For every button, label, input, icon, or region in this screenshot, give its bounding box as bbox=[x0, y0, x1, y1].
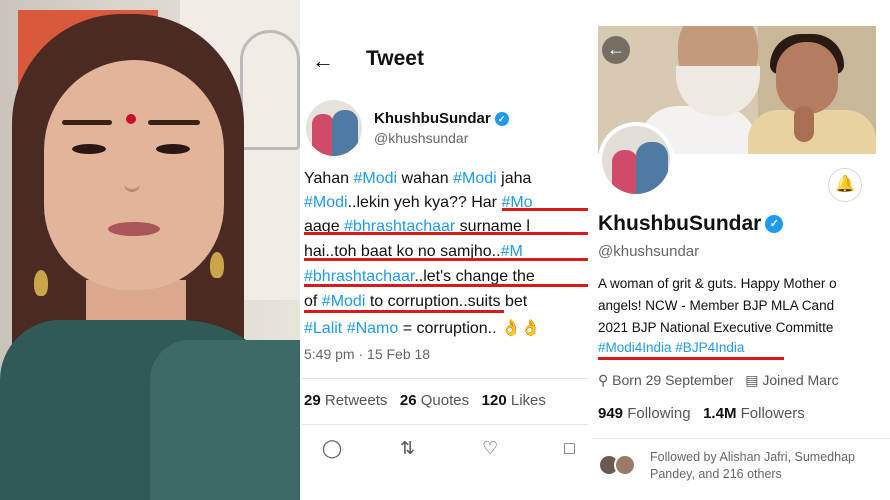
like-label[interactable]: Likes bbox=[511, 392, 546, 409]
followers-count: 1.4M bbox=[703, 405, 737, 422]
like-icon[interactable]: ♡ bbox=[482, 438, 498, 459]
bio-line: A woman of grit & guts. Happy Mother o bbox=[598, 276, 837, 291]
banner-folded-hands bbox=[794, 106, 814, 142]
right-earring bbox=[210, 252, 224, 278]
followed-by-text[interactable]: Followed by Alishan Jafri, Sumedhap Pand… bbox=[650, 449, 855, 483]
hashtag-link[interactable]: #Namo bbox=[347, 320, 399, 337]
like-count: 120 bbox=[481, 392, 507, 409]
profile-name-text: KhushbuSundar bbox=[598, 212, 762, 235]
divider bbox=[592, 438, 890, 439]
hashtag-link[interactable]: #Modi bbox=[304, 194, 348, 211]
avatar bbox=[614, 454, 636, 476]
reply-icon[interactable]: ◯ bbox=[322, 438, 342, 459]
background-logo bbox=[240, 30, 300, 150]
right-eye bbox=[156, 144, 190, 154]
left-earring bbox=[34, 270, 48, 296]
following-link[interactable]: 949 Following bbox=[598, 405, 691, 422]
followed-by-avatars bbox=[598, 454, 638, 476]
lips bbox=[108, 222, 160, 236]
retweet-icon[interactable]: ⇅ bbox=[400, 438, 415, 459]
hashtag-link[interactable]: #Modi bbox=[453, 170, 497, 187]
tweet-text-segment: to corruption..suits bet bbox=[365, 293, 528, 310]
tweet-text-line: #Modi..lekin yeh kya?? Har #Mo bbox=[304, 194, 533, 212]
left-eye bbox=[72, 144, 106, 154]
avatar-figure-left bbox=[612, 150, 638, 194]
bio-line: 2021 BJP National Executive Committe bbox=[598, 320, 834, 335]
profile-name: KhushbuSundar ✓ bbox=[598, 212, 784, 236]
bindi bbox=[126, 114, 136, 124]
tweet-text-segment: jaha bbox=[496, 170, 532, 187]
tweet-header: ← Tweet bbox=[302, 0, 588, 90]
tweet-text-segment: ..let's change the bbox=[414, 268, 535, 285]
divider bbox=[302, 378, 588, 379]
followed-by-line: Pandey, and 216 others bbox=[650, 467, 782, 481]
tweet-screenshot: ← Tweet KhushbuSundar ✓ @khushsundar Yaha… bbox=[302, 0, 588, 500]
followers-label: Followers bbox=[740, 405, 805, 422]
hashtag-link[interactable]: #bhrashtachaar bbox=[304, 268, 414, 285]
tweet-text-line: #Lalit #Namo = corruption.. 👌👌 bbox=[304, 318, 541, 338]
hashtag-link[interactable]: #Modi bbox=[322, 293, 366, 310]
quote-label[interactable]: Quotes bbox=[421, 392, 469, 409]
back-arrow-icon[interactable]: ← bbox=[602, 36, 630, 64]
verified-badge-icon: ✓ bbox=[494, 112, 509, 127]
tweet-timestamp: 5:49 pm · 15 Feb 18 bbox=[304, 346, 431, 362]
nose bbox=[124, 168, 140, 192]
retweet-count: 29 bbox=[304, 392, 321, 409]
bio-line: angels! NCW - Member BJP MLA Cand bbox=[598, 298, 835, 313]
divider bbox=[302, 424, 588, 425]
saree-drape bbox=[150, 340, 300, 500]
author-name-text: KhushbuSundar bbox=[374, 110, 491, 127]
tweet-text-segment: = corruption.. 👌👌 bbox=[398, 320, 541, 337]
follow-stats: 949 Following 1.4M Followers bbox=[598, 405, 805, 422]
tweet-text-segment: ..lekin yeh kya?? Har bbox=[347, 194, 502, 211]
profile-screenshot: ← 🔔 KhushbuSundar ✓ @khushsundar A woman … bbox=[592, 0, 890, 500]
portrait-photo bbox=[0, 0, 300, 500]
tweet-text-segment: Yahan bbox=[304, 170, 354, 187]
right-eyebrow bbox=[148, 120, 200, 125]
hashtag-link[interactable]: #Lalit bbox=[304, 320, 342, 337]
retweet-label[interactable]: Retweets bbox=[325, 392, 388, 409]
banner-figure-face-2 bbox=[776, 42, 838, 114]
profile-handle: @khushsundar bbox=[598, 243, 700, 260]
joined-date: Joined Marc bbox=[762, 372, 839, 388]
profile-meta: ⚲ Born 29 September ▤ Joined Marc bbox=[598, 372, 839, 389]
birthday-icon: ⚲ bbox=[598, 372, 609, 388]
tweet-text-line: of #Modi to corruption..suits bet bbox=[304, 293, 527, 311]
left-eyebrow bbox=[62, 120, 112, 125]
bio-hashtags[interactable]: #Modi4India #BJP4India bbox=[598, 340, 744, 355]
page-title: Tweet bbox=[366, 47, 424, 70]
red-underline bbox=[304, 258, 588, 261]
followed-by-line: Followed by Alishan Jafri, Sumedhap bbox=[650, 450, 855, 464]
profile-avatar[interactable] bbox=[598, 122, 674, 198]
red-underline bbox=[304, 310, 504, 313]
verified-badge-icon: ✓ bbox=[765, 215, 784, 234]
red-underline bbox=[304, 284, 588, 287]
tweet-text-segment: wahan bbox=[397, 170, 454, 187]
tweet-stats: 29 Retweets 26 Quotes 120 Likes bbox=[304, 392, 546, 409]
born-date: Born 29 September bbox=[612, 372, 734, 388]
red-underline bbox=[304, 232, 588, 235]
author-name[interactable]: KhushbuSundar ✓ bbox=[374, 110, 509, 127]
notification-bell-icon[interactable]: 🔔 bbox=[828, 168, 862, 202]
author-handle[interactable]: @khushsundar bbox=[374, 130, 468, 146]
avatar[interactable] bbox=[306, 100, 362, 156]
red-underline bbox=[502, 208, 588, 211]
avatar-figure-right bbox=[636, 142, 668, 194]
hashtag-link[interactable]: #Modi bbox=[354, 170, 398, 187]
avatar-image bbox=[602, 126, 670, 194]
calendar-icon: ▤ bbox=[745, 372, 759, 388]
red-underline bbox=[598, 357, 784, 360]
avatar-figure-left bbox=[312, 114, 334, 156]
back-arrow-icon[interactable]: ← bbox=[312, 48, 334, 74]
bookmark-icon[interactable]: □ bbox=[564, 438, 575, 459]
avatar-figure-right bbox=[332, 110, 358, 156]
tweet-text-line: Yahan #Modi wahan #Modi jaha bbox=[304, 170, 531, 188]
quote-count: 26 bbox=[399, 392, 417, 409]
followers-link[interactable]: 1.4M Followers bbox=[703, 405, 805, 422]
tweet-text-segment: of bbox=[304, 293, 322, 310]
following-count: 949 bbox=[598, 405, 624, 422]
following-label: Following bbox=[627, 405, 691, 422]
